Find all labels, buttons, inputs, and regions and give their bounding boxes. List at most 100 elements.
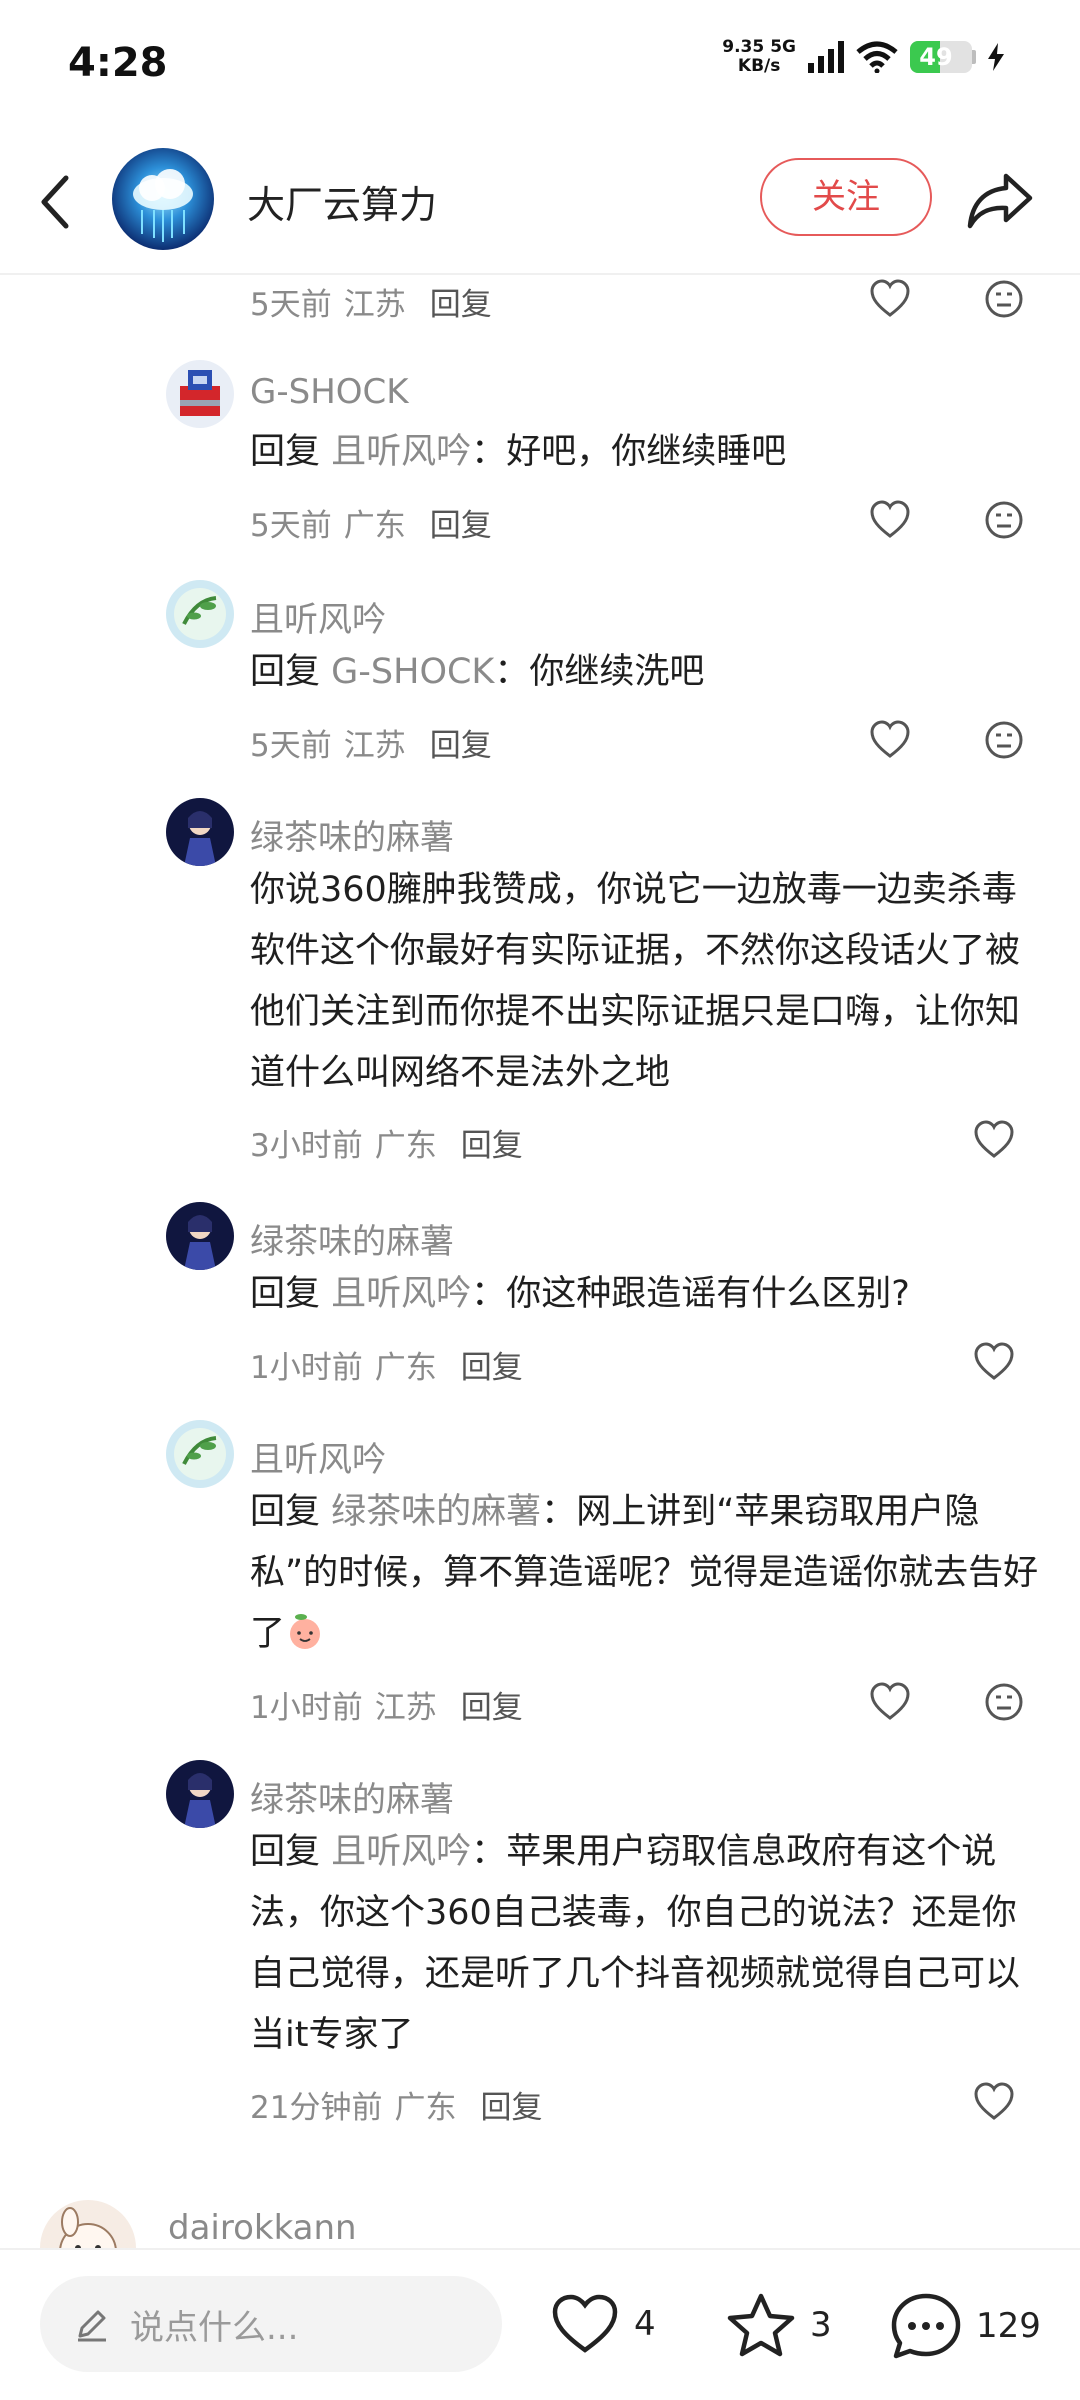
wifi-icon: [856, 41, 898, 73]
comment-author[interactable]: 绿茶味的麻薯: [250, 1772, 454, 1821]
comment-location: 广东: [343, 508, 406, 544]
comment-time: 1小时前: [250, 1690, 363, 1726]
signal-icon: [808, 41, 844, 73]
charging-icon: [988, 43, 1004, 71]
comment-text[interactable]: 回复 且听风吟：苹果用户窃取信息政府有这个说法，你这个360自己装毒，你自己的说…: [250, 1822, 1040, 2066]
comment-time: 3小时前: [250, 1128, 363, 1164]
reply-target[interactable]: G-SHOCK: [331, 652, 494, 692]
reply-button[interactable]: 回复: [430, 500, 492, 545]
heart-icon[interactable]: [868, 277, 912, 321]
neutral-face-icon[interactable]: [982, 277, 1026, 321]
comment-text[interactable]: 你说360臃肿我赞成，你说它一边放毒一边卖杀毒软件这个你最好有实际证据，不然你这…: [250, 860, 1040, 1104]
comment-location: 广东: [374, 1350, 437, 1386]
battery-level: 49: [919, 43, 953, 71]
comment-meta: 5天前 江苏 回复: [250, 279, 492, 324]
network-type: 5G: [770, 37, 796, 57]
heart-icon[interactable]: [972, 1340, 1016, 1384]
comment-text[interactable]: 回复 绿茶味的麻薯：网上讲到“苹果窃取用户隐私”的时候，算不算造谣呢？觉得是造谣…: [250, 1482, 1040, 1665]
share-icon: [967, 173, 1033, 229]
heart-icon[interactable]: [868, 498, 912, 542]
comment-time: 1小时前: [250, 1350, 363, 1386]
reply-target[interactable]: 且听风吟: [331, 432, 471, 472]
follow-button[interactable]: 关注: [760, 158, 932, 236]
avatar[interactable]: [40, 2200, 136, 2250]
avatar[interactable]: [166, 1420, 234, 1488]
reply-prefix: 回复: [250, 1832, 321, 1872]
avatar[interactable]: [166, 580, 234, 648]
comment-location: 江苏: [343, 728, 406, 764]
comment-meta: 5天前 江苏 回复: [250, 720, 492, 765]
reply-button[interactable]: 回复: [461, 1342, 523, 1387]
reply-target[interactable]: 绿茶味的麻薯: [331, 1492, 541, 1532]
pencil-icon: [78, 2310, 106, 2342]
reply-separator: ：: [471, 432, 507, 472]
back-button[interactable]: [30, 172, 80, 232]
reply-button[interactable]: 回复: [430, 720, 492, 765]
comment-time: 5天前: [250, 728, 332, 764]
comment-content: 你这种跟造谣有什么区别?: [506, 1274, 910, 1314]
comment-author[interactable]: 绿茶味的麻薯: [250, 1214, 454, 1263]
avatar[interactable]: [166, 360, 234, 428]
reply-prefix: 回复: [250, 1274, 321, 1314]
reply-target[interactable]: 且听风吟: [331, 1274, 471, 1314]
comment-author[interactable]: 绿茶味的麻薯: [250, 810, 454, 859]
share-button[interactable]: [966, 170, 1036, 232]
peach-emoji-icon: [290, 1614, 321, 1649]
heart-icon: [552, 2294, 618, 2353]
reply-target[interactable]: 且听风吟: [331, 1832, 471, 1872]
star-icon: [727, 2293, 795, 2357]
neutral-face-icon[interactable]: [982, 498, 1026, 542]
comment-location: 江苏: [343, 287, 406, 323]
comment-location: 广东: [394, 2090, 457, 2126]
comment-text[interactable]: 回复 且听风吟：好吧，你继续睡吧: [250, 422, 1040, 483]
comment-author[interactable]: 且听风吟: [250, 1432, 386, 1481]
like-button[interactable]: 4: [550, 2292, 656, 2356]
reply-button[interactable]: 回复: [430, 279, 492, 324]
account-name[interactable]: 大厂云算力: [247, 174, 437, 229]
back-icon: [41, 175, 69, 229]
chat-bubble-icon: [891, 2293, 961, 2359]
neutral-face-icon[interactable]: [982, 718, 1026, 762]
comment-content: 你说360臃肿我赞成，你说它一边放毒一边卖杀毒软件这个你最好有实际证据，不然你这…: [250, 870, 1021, 1093]
reply-prefix: 回复: [250, 652, 321, 692]
comment-meta: 3小时前 广东 回复: [250, 1120, 523, 1165]
network-speed: 9.35 5G KB/s: [722, 38, 796, 76]
net-speed-value: 9.35: [722, 37, 765, 57]
reply-separator: ：: [471, 1832, 507, 1872]
heart-icon[interactable]: [868, 718, 912, 762]
comment-meta: 1小时前 广东 回复: [250, 1342, 523, 1387]
reply-prefix: 回复: [250, 1492, 321, 1532]
reply-button[interactable]: 回复: [480, 2082, 542, 2127]
reply-button[interactable]: 回复: [461, 1120, 523, 1165]
heart-icon[interactable]: [972, 1118, 1016, 1162]
comment-meta: 5天前 广东 回复: [250, 500, 492, 545]
comment-text[interactable]: 回复 且听风吟：你这种跟造谣有什么区别?: [250, 1264, 1040, 1325]
account-avatar[interactable]: [112, 148, 214, 250]
comments-button[interactable]: 129: [890, 2292, 1041, 2360]
avatar[interactable]: [166, 1760, 234, 1828]
comment-list: 5天前 江苏 回复 G-SHOCK 回复 且听风吟：好吧，你继续睡吧 5天前 广…: [0, 275, 1080, 2250]
comment-input[interactable]: 说点什么...: [40, 2276, 502, 2372]
comment-text[interactable]: 回复 G-SHOCK：你继续洗吧: [250, 642, 1040, 703]
comment-time: 5天前: [250, 508, 332, 544]
neutral-face-icon[interactable]: [982, 1680, 1026, 1724]
header: 大厂云算力 关注: [0, 130, 1080, 275]
bottom-bar: 说点什么... 4 3 129: [0, 2248, 1080, 2400]
reply-button[interactable]: 回复: [461, 1682, 523, 1727]
reply-separator: ：: [471, 1274, 507, 1314]
avatar[interactable]: [166, 798, 234, 866]
comment-author[interactable]: dairokkann: [168, 2208, 357, 2248]
comment-content: 好吧，你继续睡吧: [506, 432, 787, 472]
comment-author[interactable]: G-SHOCK: [250, 372, 409, 412]
reply-prefix: 回复: [250, 432, 321, 472]
favorite-button[interactable]: 3: [726, 2292, 832, 2358]
reply-separator: ：: [494, 652, 530, 692]
avatar[interactable]: [166, 1202, 234, 1270]
battery-indicator: 49: [910, 41, 976, 73]
heart-icon[interactable]: [868, 1680, 912, 1724]
comment-location: 江苏: [374, 1690, 437, 1726]
comment-meta: 1小时前 江苏 回复: [250, 1682, 523, 1727]
heart-icon[interactable]: [972, 2080, 1016, 2124]
comment-author[interactable]: 且听风吟: [250, 592, 386, 641]
reply-separator: ：: [541, 1492, 577, 1532]
